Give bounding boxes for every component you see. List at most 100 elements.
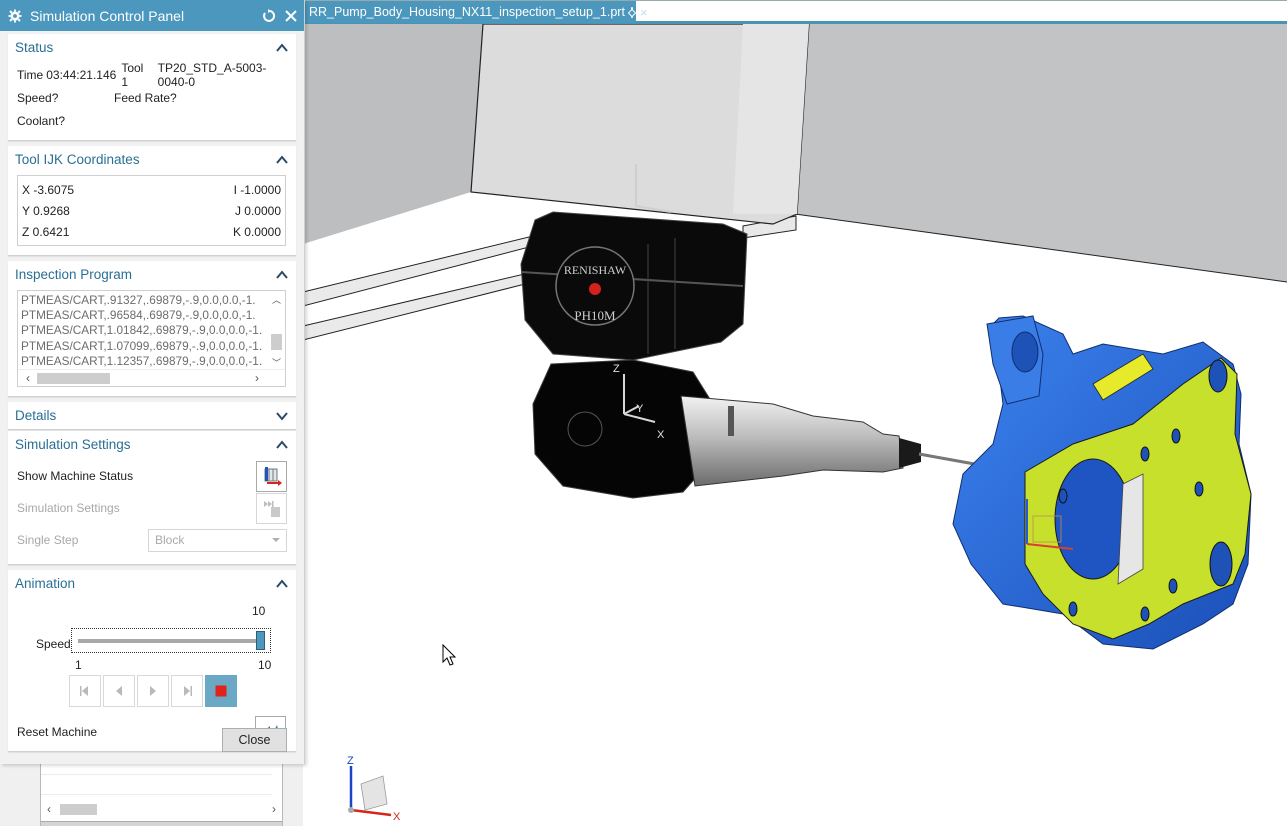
single-step-value: Block <box>155 533 185 547</box>
details-group: Details <box>8 402 296 430</box>
rail <box>303 235 534 307</box>
skip-to-start-icon <box>80 686 88 696</box>
coord-j: J 0.0000 <box>234 203 281 218</box>
chevron-up-icon[interactable] <box>276 154 288 166</box>
scroll-thumb[interactable] <box>37 373 110 384</box>
scroll-up-icon[interactable]: ︿ <box>268 293 285 307</box>
program-hscrollbar[interactable]: ‹ › <box>18 369 285 386</box>
reset-dialog-icon[interactable] <box>260 7 278 25</box>
panel-title: Simulation Control Panel <box>30 7 185 24</box>
back-wall-left <box>303 24 483 244</box>
speed-slider[interactable] <box>71 628 271 653</box>
slider-handle[interactable] <box>256 631 265 650</box>
single-step-label: Single Step <box>17 533 79 547</box>
speed-max-label: 10 <box>258 658 272 672</box>
coord-z: Z 0.6421 <box>22 224 70 239</box>
inspection-program-group-header[interactable]: Inspection Program <box>8 261 296 288</box>
mouse-cursor <box>442 643 457 666</box>
step-forward-settings-icon <box>263 501 280 517</box>
csys-y-label: Y <box>636 403 644 415</box>
tool-ijk-group-header[interactable]: Tool IJK Coordinates <box>8 146 296 173</box>
scroll-right-icon[interactable]: › <box>266 801 282 818</box>
speed-current-value: 10 <box>252 604 266 618</box>
program-line[interactable]: PTMEAS/CART,.91327,.69879,-.9,0.0,0.0,-1… <box>21 293 268 308</box>
scroll-left-icon[interactable]: ‹ <box>41 801 57 818</box>
time-label: Time <box>17 67 44 82</box>
coord-k: K 0.0000 <box>232 224 281 239</box>
single-step-select[interactable]: Block <box>148 528 287 552</box>
scroll-thumb[interactable] <box>60 804 97 815</box>
triad-x-label: X <box>393 811 401 823</box>
tool-ijk-group: Tool IJK Coordinates X -3.6075 I -1.0000 … <box>8 146 296 256</box>
show-machine-status-label: Show Machine Status <box>17 469 134 483</box>
details-group-header[interactable]: Details <box>8 402 296 429</box>
animation-group-header[interactable]: Animation <box>8 570 296 597</box>
program-line[interactable]: PTMEAS/CART,.96584,.69879,-.9,0.0,0.0,-1… <box>21 308 268 323</box>
simulation-settings-group-title: Simulation Settings <box>15 437 131 452</box>
chevron-up-icon[interactable] <box>276 578 288 590</box>
coord-i: I -1.0000 <box>233 182 281 197</box>
panel-footer: Close <box>0 720 304 764</box>
simulation-settings-label: Simulation Settings <box>17 501 120 515</box>
status-group: Status Time 03:44:21.146 Tool 1 TP20_STD… <box>8 34 296 141</box>
csys-x-label: X <box>657 429 665 441</box>
inspection-program-group: Inspection Program PTMEAS/CART,.91327,.6… <box>8 261 296 397</box>
details-group-title: Details <box>15 408 57 423</box>
simulation-settings-button[interactable] <box>256 492 287 524</box>
skip-to-end-icon <box>184 686 192 696</box>
feed-rate-status: Feed Rate? <box>114 90 177 105</box>
stop-button[interactable] <box>205 675 237 707</box>
csys-z-label: Z <box>613 363 620 375</box>
close-button[interactable]: Close <box>222 728 287 752</box>
program-vscrollbar[interactable]: ︿ ﹀ <box>268 291 285 370</box>
program-line[interactable]: PTMEAS/CART,1.07099,.69879,-.9,0.0,0.0,-… <box>21 339 268 354</box>
background-window: ‹ › <box>0 764 303 826</box>
play-icon <box>150 686 156 696</box>
show-machine-status-button[interactable] <box>256 460 287 492</box>
scroll-right-icon[interactable]: › <box>249 370 265 387</box>
play-button[interactable] <box>137 675 169 707</box>
simulation-settings-group: Simulation Settings Show Machine Status <box>8 431 296 565</box>
close-dialog-icon[interactable] <box>282 7 300 25</box>
scroll-thumb[interactable] <box>271 334 282 350</box>
slider-track <box>78 639 260 643</box>
chevron-up-icon[interactable] <box>276 269 288 281</box>
coolant-status: Coolant? <box>17 113 66 128</box>
simulation-settings-group-header[interactable]: Simulation Settings <box>8 431 296 458</box>
panel-titlebar[interactable]: Simulation Control Panel <box>0 0 304 31</box>
inspection-program-list[interactable]: PTMEAS/CART,.91327,.69879,-.9,0.0,0.0,-1… <box>17 290 286 387</box>
machine-status-icon <box>264 467 282 486</box>
document-tab-title: RR_Pump_Body_Housing_NX11_inspection_set… <box>309 5 625 19</box>
speed-label: Speed <box>36 637 71 651</box>
graphics-viewport[interactable]: RENISHAW PH10M Z Y X Z X <box>303 24 1287 826</box>
inspection-program-group-title: Inspection Program <box>15 267 133 282</box>
scroll-down-icon[interactable]: ﹀ <box>268 356 285 370</box>
simulation-control-panel: Simulation Control Panel Status Time 03:… <box>0 0 305 764</box>
chevron-up-icon[interactable] <box>276 42 288 54</box>
triad-z-label: Z <box>347 755 354 767</box>
tab-close-icon[interactable]: × <box>640 5 648 20</box>
program-line[interactable]: PTMEAS/CART,1.12357,.69879,-.9,0.0,0.0,-… <box>21 354 268 369</box>
stop-icon <box>215 685 227 697</box>
step-backward-button[interactable] <box>103 675 135 707</box>
program-line[interactable]: PTMEAS/CART,1.01842,.69879,-.9,0.0,0.0,-… <box>21 323 268 338</box>
document-tab[interactable]: RR_Pump_Body_Housing_NX11_inspection_set… <box>303 1 648 23</box>
chevron-up-icon[interactable] <box>276 439 288 451</box>
tool-value: TP20_STD_A-5003-0040-0 <box>157 60 267 89</box>
skip-to-end-button[interactable] <box>171 675 203 707</box>
rewind-to-start-button[interactable] <box>69 675 101 707</box>
speed-min-label: 1 <box>75 658 82 672</box>
dropdown-arrow-icon <box>272 538 280 542</box>
machine-scene: RENISHAW PH10M Z Y X Z X <box>303 24 1287 823</box>
time-value: 03:44:21.146 <box>46 67 117 82</box>
background-list-hscrollbar[interactable]: ‹ › <box>41 801 282 818</box>
chevron-down-icon[interactable] <box>276 410 288 422</box>
nx-application: RR_Pump_Body_Housing_NX11_inspection_set… <box>0 0 1287 826</box>
gear-icon <box>8 8 22 23</box>
tool-coordinates-box: X -3.6075 I -1.0000 Y 0.9268 J 0.0000 Z 0.… <box>17 175 286 246</box>
status-group-header[interactable]: Status <box>8 34 296 61</box>
spindle-speed-status: Speed? <box>17 90 59 105</box>
modified-document-icon <box>630 6 633 18</box>
document-tab-bar: RR_Pump_Body_Housing_NX11_inspection_set… <box>303 0 1287 24</box>
scroll-left-icon[interactable]: ‹ <box>20 370 36 387</box>
